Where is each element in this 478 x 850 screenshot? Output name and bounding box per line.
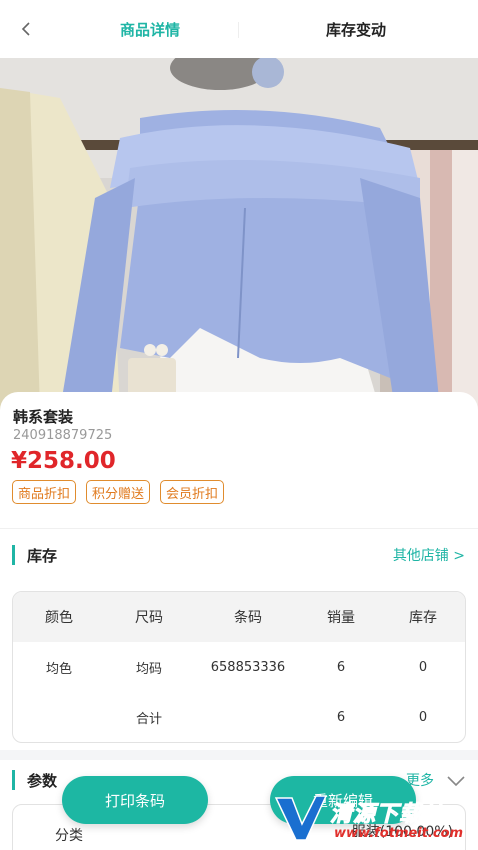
other-shops-link[interactable]: 其他店铺 > <box>393 545 465 565</box>
param-category-label: 分类 <box>55 828 83 844</box>
stock-section: 库存 其他店铺 > 颜色 尺码 条码 销量 库存 均色 均码 658853336… <box>0 528 478 750</box>
cell-sales: 6 <box>336 659 346 675</box>
product-name: 韩系套装 <box>13 408 74 426</box>
back-icon[interactable] <box>14 16 40 42</box>
cell-barcode: 658853336 <box>210 659 286 675</box>
col-size: 尺码 <box>135 610 163 626</box>
stock-table: 颜色 尺码 条码 销量 库存 均色 均码 658853336 6 0 合计 6 … <box>12 591 466 743</box>
cell-stock: 0 <box>418 659 428 675</box>
product-info-card: 韩系套装 240918879725 ¥258.00 商品折扣 积分赠送 会员折扣 <box>0 392 478 528</box>
tab-divider <box>238 22 239 38</box>
col-sales: 销量 <box>327 610 355 626</box>
param-category-value: 服装(100.00%) <box>351 824 453 840</box>
chevron-down-icon[interactable] <box>446 774 466 788</box>
total-stock: 0 <box>418 709 428 725</box>
product-price: ¥258.00 <box>11 448 116 474</box>
cell-color: 均色 <box>45 661 72 677</box>
section-accent-bar <box>12 770 15 790</box>
product-image[interactable] <box>0 58 478 410</box>
table-row: 均色 均码 658853336 6 0 <box>13 642 465 692</box>
col-color: 颜色 <box>45 610 73 626</box>
tag-member-discount: 会员折扣 <box>160 480 225 504</box>
stock-section-title: 库存 <box>27 547 58 565</box>
product-code: 240918879725 <box>13 428 113 443</box>
tag-points-gift: 积分赠送 <box>86 480 151 504</box>
section-accent-bar <box>12 545 15 565</box>
col-stock: 库存 <box>409 610 437 626</box>
tab-product-detail[interactable]: 商品详情 <box>100 0 200 58</box>
total-sales: 6 <box>336 709 346 725</box>
table-total-row: 合计 6 0 <box>13 692 465 742</box>
promo-tags: 商品折扣 积分赠送 会员折扣 <box>12 480 225 504</box>
params-section-title: 参数 <box>27 772 58 790</box>
cell-size: 均码 <box>135 661 162 677</box>
table-header: 颜色 尺码 条码 销量 库存 <box>13 592 465 642</box>
stock-section-header: 库存 其他店铺 > <box>0 529 478 577</box>
edit-button[interactable]: 重新编辑 <box>270 776 416 824</box>
total-label: 合计 <box>135 711 162 727</box>
top-bar: 商品详情 库存变动 <box>0 0 478 58</box>
col-barcode: 条码 <box>234 610 262 626</box>
print-barcode-button[interactable]: 打印条码 <box>62 776 208 824</box>
tag-product-discount: 商品折扣 <box>12 480 77 504</box>
tab-stock-changes[interactable]: 库存变动 <box>286 0 426 58</box>
